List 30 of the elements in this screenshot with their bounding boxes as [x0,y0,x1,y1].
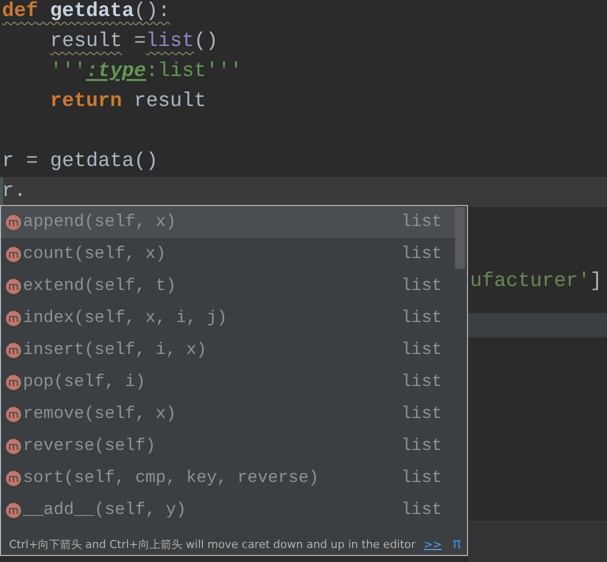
more-link[interactable]: >> [424,538,442,550]
completion-item[interactable]: m remove(self, x) list [1,398,455,430]
code-line: return result [49,89,208,115]
completion-item[interactable]: m insert(self, i, x) list [1,334,455,366]
completion-item[interactable]: m count(self, x) list [1,238,455,270]
hint-text: Ctrl+向下箭头 and Ctrl+向上箭头 will move caret down and up in the editor [9,536,416,552]
completion-item[interactable]: m reverse(self) list [1,430,455,462]
completion-item[interactable]: m extend(self, t) list [1,270,455,302]
method-icon: m [6,278,21,294]
method-icon: m [6,374,21,390]
method-icon: m [6,438,21,454]
completion-item[interactable]: m sort(self, cmp, key, reverse) list [1,462,455,494]
method-icon: m [6,214,21,230]
pin-icon[interactable]: π [452,536,461,552]
code-line: def getdata(): [1,0,172,25]
method-icon: m [6,246,21,262]
method-icon: m [6,406,21,422]
code-line: result =list() [49,29,220,55]
completion-item[interactable]: m __add__(self, y) list [1,494,455,526]
completion-item[interactable]: m pop(self, i) list [1,366,455,398]
method-icon: m [6,310,21,326]
method-icon: m [6,342,21,358]
code-line: r = getdata() [1,149,160,175]
completion-item[interactable]: m index(self, x, i, j) list [1,302,455,334]
method-icon: m [6,502,21,518]
code-line: ''':type:list''' [49,59,244,85]
code-line: ufacturer'] [470,269,604,295]
scrollbar-thumb[interactable] [455,207,465,269]
completion-item[interactable]: m append(self, x) list [1,206,455,238]
method-icon: m [6,470,21,486]
